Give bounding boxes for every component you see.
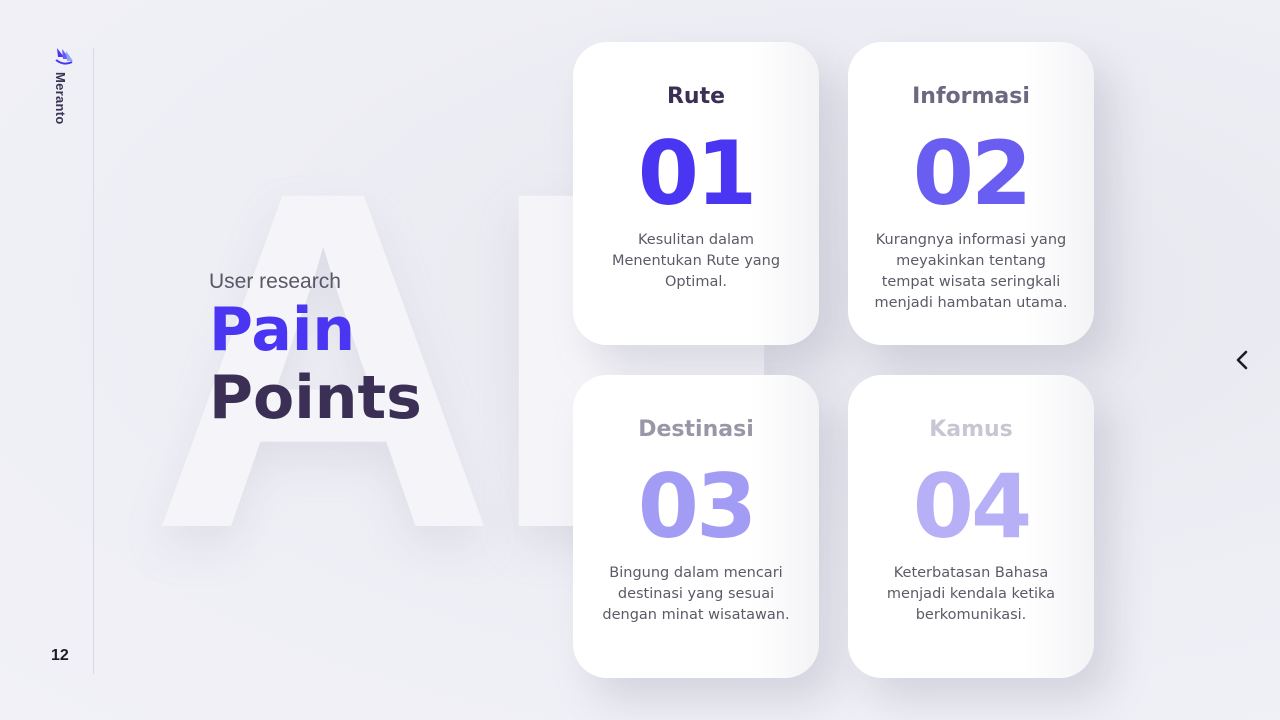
- pain-point-card-destinasi: Destinasi 03 Bingung dalam mencari desti…: [573, 375, 819, 678]
- card-description: Kurangnya informasi yang meyakinkan tent…: [874, 232, 1068, 311]
- brand-logo: Meranto: [52, 46, 76, 136]
- card-description: Kesulitan dalam Menentukan Rute yang Opt…: [611, 232, 781, 290]
- card-title: Destinasi: [638, 417, 754, 442]
- page-title-accent: Pain: [209, 295, 356, 365]
- brand-name: Meranto: [53, 72, 68, 125]
- section-subtitle: User research: [209, 270, 341, 293]
- page-title: Points: [209, 363, 422, 433]
- card-title: Kamus: [929, 417, 1013, 442]
- sidebar-divider: [93, 48, 94, 674]
- card-title: Informasi: [912, 84, 1030, 109]
- pain-point-card-informasi: Informasi 02 Kurangnya informasi yang me…: [848, 42, 1094, 345]
- card-number: 03: [637, 455, 757, 558]
- card-description: Bingung dalam mencari destinasi yang ses…: [602, 565, 790, 623]
- meranto-logo-icon: [55, 48, 73, 65]
- card-description: Keterbatasan Bahasa menjadi kendala keti…: [886, 565, 1056, 623]
- card-title: Rute: [666, 84, 726, 109]
- heading-block: User research Pain Points: [209, 270, 422, 432]
- page-number: 12: [51, 647, 69, 664]
- pain-point-card-kamus: Kamus 04 Keterbatasan Bahasa menjadi ken…: [848, 375, 1094, 678]
- previous-slide-button[interactable]: [1228, 344, 1256, 376]
- card-number: 01: [637, 122, 757, 225]
- card-number: 04: [912, 455, 1032, 558]
- card-number: 02: [912, 122, 1032, 225]
- chevron-left-icon: [1236, 350, 1248, 370]
- slide: AE Meranto 12 User research Pain Points …: [0, 0, 1280, 720]
- pain-point-card-rute: Rute 01 Kesulitan dalam Menentukan Rute …: [573, 42, 819, 345]
